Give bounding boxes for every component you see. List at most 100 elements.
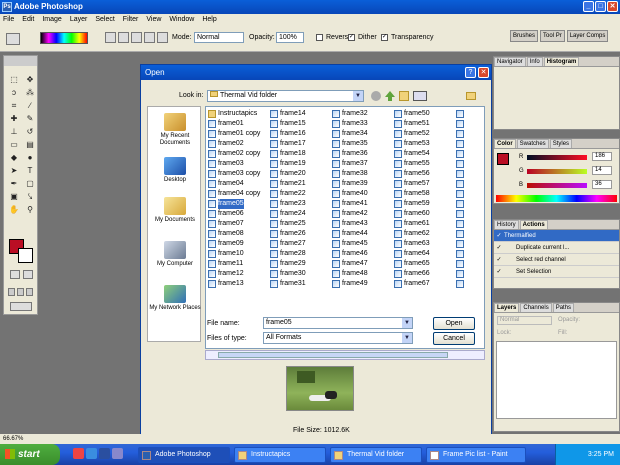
color-spectrum-ramp[interactable]	[496, 195, 617, 202]
file-item[interactable]: frame47	[332, 259, 392, 269]
file-item[interactable]: frame01	[208, 119, 268, 129]
quicklaunch-app-icon[interactable]	[112, 448, 123, 459]
gradient-tool-icon[interactable]	[6, 33, 20, 45]
file-item[interactable]: frame09	[208, 239, 268, 249]
file-item[interactable]: frame06	[208, 209, 268, 219]
file-item[interactable]: frame20	[270, 169, 330, 179]
file-item[interactable]: frame36	[332, 149, 392, 159]
quicklaunch-browser-icon[interactable]	[73, 448, 84, 459]
file-item[interactable]: frame46	[332, 249, 392, 259]
dialog-help-button[interactable]: ?	[465, 67, 476, 78]
action-row[interactable]: ✓ Thermalfied	[494, 230, 619, 242]
menu-window[interactable]: Window	[169, 14, 194, 26]
file-item[interactable]: frame13	[208, 279, 268, 289]
quick-mask-icon[interactable]	[23, 270, 33, 279]
hand-tool-icon[interactable]: ✋	[7, 204, 21, 215]
file-item[interactable]: frame25	[270, 219, 330, 229]
file-type-select[interactable]: All Formats ▼	[263, 332, 413, 344]
file-item[interactable]: frame53	[394, 139, 454, 149]
file-item[interactable]: frame35	[332, 139, 392, 149]
file-item[interactable]: frame61	[394, 219, 454, 229]
color-foreground-swatch[interactable]	[497, 153, 509, 165]
file-item[interactable]: frame43	[332, 219, 392, 229]
file-item-partial[interactable]	[456, 219, 484, 229]
clone-stamp-tool-icon[interactable]: ⊥	[7, 126, 21, 137]
file-item-partial[interactable]	[456, 259, 484, 269]
file-item[interactable]: frame19	[270, 159, 330, 169]
mode-select[interactable]: Normal	[194, 32, 244, 43]
tab-actions[interactable]: Actions	[519, 220, 548, 229]
menu-layer[interactable]: Layer	[70, 14, 88, 26]
file-item[interactable]: frame48	[332, 269, 392, 279]
file-item[interactable]: frame04	[208, 179, 268, 189]
file-item[interactable]: frame38	[332, 169, 392, 179]
file-item-partial[interactable]	[456, 269, 484, 279]
scrollbar-thumb[interactable]	[218, 352, 448, 358]
task-instructapics[interactable]: Instructapics	[234, 447, 326, 463]
tab-channels[interactable]: Channels	[520, 303, 552, 312]
menu-file[interactable]: File	[3, 14, 14, 26]
file-item[interactable]: frame12	[208, 269, 268, 279]
brush-tool-icon[interactable]: ✎	[23, 113, 37, 124]
layers-blend-select[interactable]: Normal	[497, 316, 552, 325]
task-thermal-vid-folder[interactable]: Thermal Vid folder	[330, 447, 422, 463]
file-item[interactable]: frame54	[394, 149, 454, 159]
move-tool-icon[interactable]: ✥	[23, 74, 37, 85]
reverse-checkbox[interactable]	[316, 34, 323, 41]
file-item[interactable]: frame64	[394, 249, 454, 259]
quicklaunch-ie-icon[interactable]	[86, 448, 97, 459]
tab-layers[interactable]: Layers	[494, 303, 520, 312]
diamond-gradient-button[interactable]	[157, 32, 168, 43]
file-item[interactable]: frame01 copy	[208, 129, 268, 139]
history-brush-tool-icon[interactable]: ↺	[23, 126, 37, 137]
eyedropper-tool-icon[interactable]: ⤥	[23, 191, 37, 202]
back-icon[interactable]	[371, 91, 381, 101]
up-folder-icon[interactable]	[385, 91, 395, 101]
color-b-value[interactable]: 36	[592, 180, 612, 189]
open-button[interactable]: Open	[433, 317, 475, 330]
standard-screen-icon[interactable]	[8, 288, 15, 296]
view-menu-icon[interactable]	[413, 91, 427, 101]
file-item[interactable]: frame27	[270, 239, 330, 249]
shape-tool-icon[interactable]: ▢	[23, 178, 37, 189]
file-item[interactable]: frame04 copy	[208, 189, 268, 199]
file-item[interactable]: frame18	[270, 149, 330, 159]
file-item-partial[interactable]	[456, 159, 484, 169]
browse-folder-icon[interactable]	[466, 92, 476, 100]
action-row[interactable]: ✓ Set Selection	[494, 266, 619, 278]
file-item[interactable]: frame34	[332, 129, 392, 139]
file-item[interactable]: frame66	[394, 269, 454, 279]
standard-mode-icon[interactable]	[10, 270, 20, 279]
file-item-partial[interactable]	[456, 149, 484, 159]
notes-tool-icon[interactable]: ▣	[7, 191, 21, 202]
file-item[interactable]: frame24	[270, 209, 330, 219]
file-item[interactable]: frame59	[394, 199, 454, 209]
file-item[interactable]: frame60	[394, 209, 454, 219]
file-item[interactable]: frame44	[332, 229, 392, 239]
file-item-partial[interactable]	[456, 109, 484, 119]
new-folder-icon[interactable]	[399, 91, 409, 101]
menu-view[interactable]: View	[146, 14, 161, 26]
zoom-level[interactable]: 66.67%	[3, 436, 23, 442]
full-screen-icon[interactable]	[26, 288, 33, 296]
marquee-tool-icon[interactable]: ⬚	[7, 74, 21, 85]
tab-info[interactable]: Info	[526, 57, 543, 66]
place-my-network-places[interactable]: My Network Places	[148, 285, 202, 312]
file-item-partial[interactable]	[456, 189, 484, 199]
background-color-swatch[interactable]	[18, 248, 33, 263]
place-my-documents[interactable]: My Documents	[148, 197, 202, 224]
file-item-partial[interactable]	[456, 129, 484, 139]
file-item[interactable]: frame02 copy	[208, 149, 268, 159]
file-item[interactable]: frame03	[208, 159, 268, 169]
file-item[interactable]: frame05	[208, 199, 268, 209]
file-item[interactable]: frame22	[270, 189, 330, 199]
horizontal-scrollbar[interactable]	[205, 350, 485, 360]
file-item[interactable]: frame42	[332, 209, 392, 219]
full-screen-menu-icon[interactable]	[17, 288, 24, 296]
action-row[interactable]: ✓ Duplicate current l...	[494, 242, 619, 254]
quicklaunch-word-icon[interactable]	[99, 448, 110, 459]
palette-well-brushes[interactable]: Brushes	[510, 30, 539, 42]
file-item[interactable]: frame08	[208, 229, 268, 239]
file-item[interactable]: frame57	[394, 179, 454, 189]
file-item[interactable]: frame52	[394, 129, 454, 139]
